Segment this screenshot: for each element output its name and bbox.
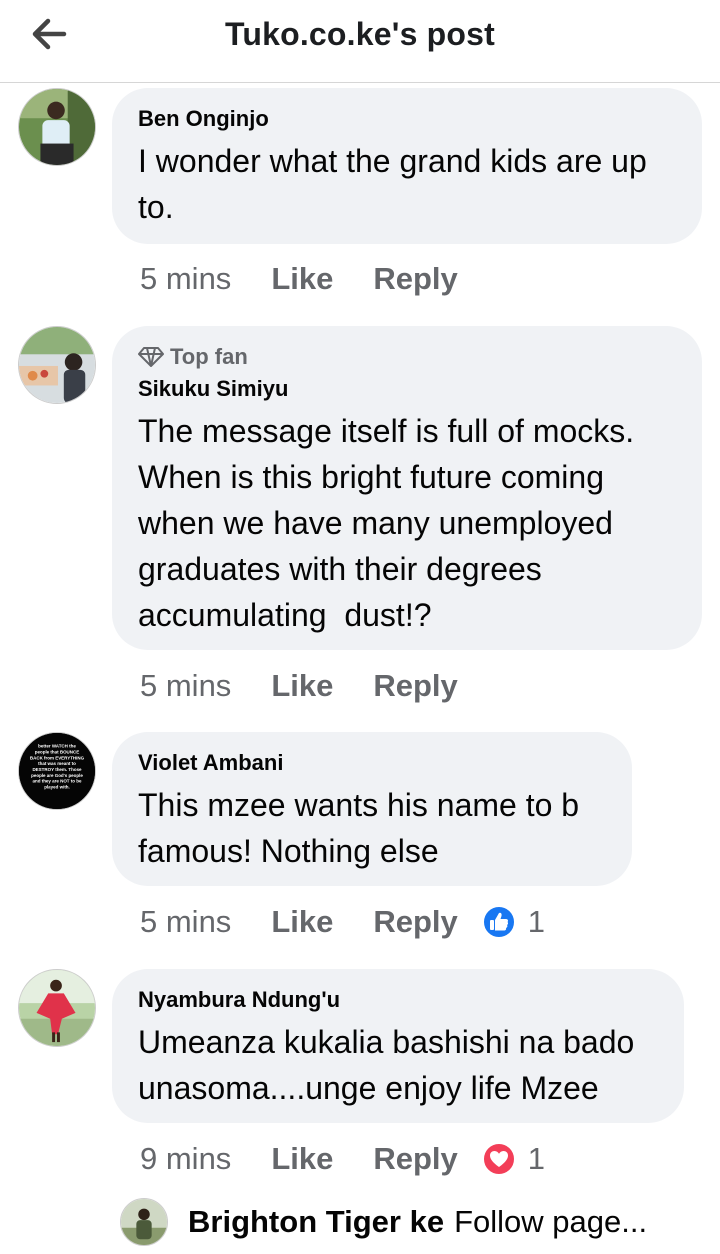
follow-page-link[interactable]: Follow page... <box>454 1204 647 1239</box>
badge-label: Top fan <box>170 344 248 369</box>
comment-line: I wonder what the grand kids are up <box>138 143 647 179</box>
comment-time: 5 mins <box>140 668 232 703</box>
svg-text:better WATCH the: better WATCH the <box>38 744 76 749</box>
svg-text:played with.: played with. <box>44 785 70 790</box>
svg-text:and they are NOT to be: and they are NOT to be <box>33 779 82 784</box>
comment-line: Umeanza kukalia bashishi na bado <box>138 1024 635 1060</box>
reply-button[interactable]: Reply <box>373 261 457 297</box>
next-comment-preview[interactable]: Brighton Tiger ke Follow page... <box>188 1204 647 1240</box>
svg-text:BACK from EVERYTHING: BACK from EVERYTHING <box>30 755 85 760</box>
like-button[interactable]: Like <box>271 261 333 297</box>
top-fan-badge: Top fan <box>138 344 676 370</box>
comment-author[interactable]: Ben Onginjo <box>138 106 676 132</box>
comment-bubble: Top fan Sikuku Simiyu The message itself… <box>112 326 702 650</box>
svg-text:people are God's people: people are God's people <box>31 773 83 778</box>
comment-text: The message itself is full of mocks. Whe… <box>138 408 676 638</box>
diamond-icon <box>138 347 164 367</box>
avatar[interactable] <box>120 1198 168 1246</box>
reaction-count: 1 <box>527 1141 546 1176</box>
comment-actions: 9 mins Like Reply 1 <box>140 1137 545 1181</box>
comment-line: accumulating dust!? <box>138 597 432 633</box>
like-reaction-icon[interactable] <box>481 905 516 939</box>
comment-text: Umeanza kukalia bashishi na bado unasoma… <box>138 1019 658 1111</box>
avatar[interactable] <box>18 88 96 166</box>
comment-bubble: Nyambura Ndung'u Umeanza kukalia bashish… <box>112 969 684 1123</box>
comment-time: 5 mins <box>140 261 232 296</box>
comment-line: famous! Nothing else <box>138 833 439 869</box>
svg-text:that was meant to: that was meant to <box>38 761 76 766</box>
comment-author[interactable]: Violet Ambani <box>138 750 606 776</box>
comment-author[interactable]: Brighton Tiger ke <box>188 1204 444 1239</box>
comment-author[interactable]: Sikuku Simiyu <box>138 376 676 402</box>
comment-line: When is this bright future coming <box>138 459 604 495</box>
comment-line: when we have many unemployed <box>138 505 613 541</box>
avatar[interactable] <box>18 969 96 1047</box>
reply-button[interactable]: Reply <box>373 668 457 704</box>
top-bar: Tuko.co.ke's post <box>0 0 720 83</box>
svg-text:people that BOUNCE: people that BOUNCE <box>35 749 79 754</box>
comment-line: This mzee wants his name to b <box>138 787 580 823</box>
page-title: Tuko.co.ke's post <box>224 16 496 52</box>
reply-button[interactable]: Reply <box>373 904 457 940</box>
like-button[interactable]: Like <box>271 1141 333 1177</box>
avatar[interactable]: better WATCH the people that BOUNCE BACK… <box>18 732 96 810</box>
comment-bubble: Ben Onginjo I wonder what the grand kids… <box>112 88 702 244</box>
comment-line: The message itself is full of mocks. <box>138 413 635 449</box>
comment-actions: 5 mins Like Reply <box>140 664 482 708</box>
comment-author[interactable]: Nyambura Ndung'u <box>138 987 658 1013</box>
like-button[interactable]: Like <box>271 904 333 940</box>
comment-text: This mzee wants his name to b famous! No… <box>138 782 606 874</box>
comment-actions: 5 mins Like Reply <box>140 257 482 301</box>
comment-text: I wonder what the grand kids are up to. <box>138 138 676 230</box>
svg-text:DESTROY them. Those: DESTROY them. Those <box>32 767 82 772</box>
comment-line: unasoma....unge enjoy life Mzee <box>138 1070 599 1106</box>
comment-line: graduates with their degrees <box>138 551 542 587</box>
comment-line: to. <box>138 189 174 225</box>
comment-actions: 5 mins Like Reply 1 <box>140 900 545 944</box>
like-button[interactable]: Like <box>271 668 333 704</box>
love-reaction-icon[interactable] <box>481 1142 516 1176</box>
reply-button[interactable]: Reply <box>373 1141 457 1177</box>
reaction-count: 1 <box>527 904 546 939</box>
avatar[interactable] <box>18 326 96 404</box>
comment-bubble: Violet Ambani This mzee wants his name t… <box>112 732 632 886</box>
comment-time: 9 mins <box>140 1141 232 1176</box>
comment-time: 5 mins <box>140 904 232 939</box>
